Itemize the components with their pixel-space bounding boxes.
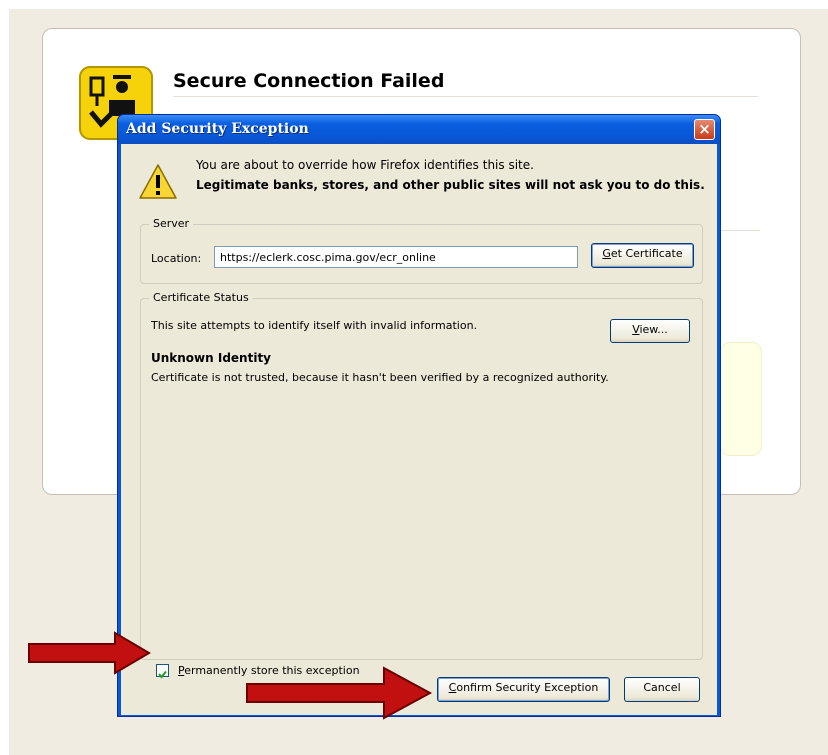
intro-warning-text: Legitimate banks, stores, and other publ… — [196, 178, 705, 192]
warning-triangle-icon — [139, 164, 177, 199]
confirm-security-exception-button[interactable]: Confirm Security Exception — [437, 677, 610, 702]
error-title: Secure Connection Failed — [173, 70, 445, 92]
status-text: This site attempts to identify itself wi… — [151, 319, 478, 332]
get-certificate-button[interactable]: Get Certificate — [591, 243, 694, 268]
view-button[interactable]: View... — [610, 319, 690, 343]
red-arrow-icon — [28, 631, 151, 675]
red-arrow-icon — [246, 666, 433, 720]
view-label: iew... — [639, 323, 668, 336]
dialog-body: You are about to override how Firefox id… — [121, 144, 717, 715]
content-divider — [720, 230, 760, 231]
advice-box — [720, 342, 762, 456]
confirm-label: onfirm Security Exception — [456, 681, 599, 694]
server-group-label: Server — [149, 217, 194, 230]
dialog-title: Add Security Exception — [126, 121, 309, 137]
get-certificate-accesskey: G — [602, 247, 611, 260]
dialog-titlebar[interactable]: Add Security Exception × — [118, 115, 720, 144]
intro-text: You are about to override how Firefox id… — [196, 158, 534, 172]
certificate-status-group: Certificate Status This site attempts to… — [140, 291, 703, 660]
certificate-status-label: Certificate Status — [149, 291, 253, 304]
server-group: Server Location: Get Certificate — [140, 217, 703, 284]
location-input[interactable] — [214, 246, 578, 268]
add-security-exception-dialog: Add Security Exception × You are about t… — [117, 114, 721, 717]
checkmark-icon — [158, 670, 167, 679]
identity-description: Certificate is not trusted, because it h… — [151, 371, 609, 384]
permanent-store-checkbox[interactable] — [156, 664, 169, 679]
identity-heading: Unknown Identity — [151, 351, 272, 365]
title-divider — [173, 96, 758, 97]
close-button[interactable]: × — [694, 119, 715, 140]
location-label: Location: — [151, 252, 202, 265]
cancel-button[interactable]: Cancel — [624, 677, 700, 702]
get-certificate-label: et Certificate — [610, 247, 683, 260]
